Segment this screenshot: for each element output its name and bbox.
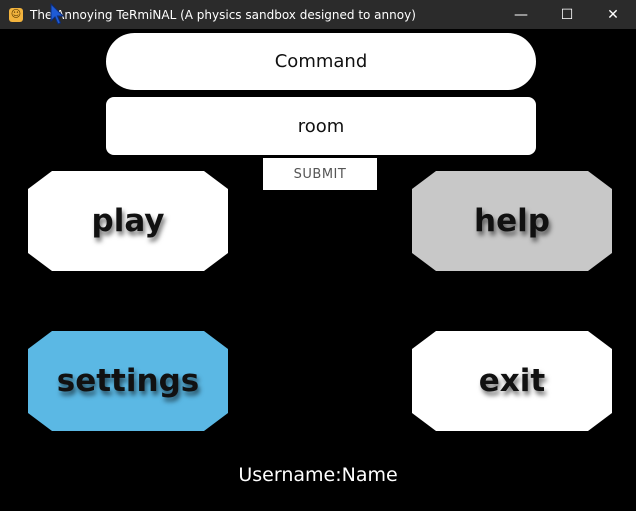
play-button[interactable]: play [28,171,228,271]
maximize-button[interactable]: ☐ [544,0,590,29]
help-button[interactable]: help [412,171,612,271]
command-label: Command [106,33,536,90]
mouse-cursor-icon [50,3,64,25]
submit-button[interactable]: SUBMIT [263,158,377,190]
app-icon: ☺ [9,7,23,22]
title-bar[interactable]: ☺ The Annoying TeRmiNAL (A physics sandb… [0,0,636,29]
exit-label: exit [478,363,546,399]
settings-button[interactable]: settings [28,331,228,431]
help-label: help [474,203,550,239]
username-label: Username:Name [238,464,398,486]
settings-label: settings [56,363,200,399]
window-controls: — ☐ ✕ [498,0,636,29]
play-label: play [91,203,165,239]
close-button[interactable]: ✕ [590,0,636,29]
command-input[interactable] [106,97,536,155]
window-title: The Annoying TeRmiNAL (A physics sandbox… [30,7,416,22]
exit-button[interactable]: exit [412,331,612,431]
minimize-button[interactable]: — [498,0,544,29]
